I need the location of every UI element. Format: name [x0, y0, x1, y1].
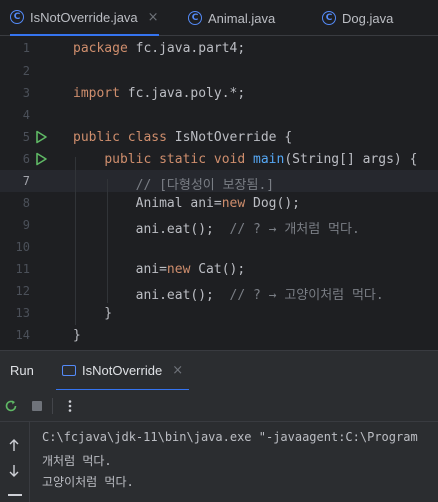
run-tab-label: IsNotOverride — [82, 362, 163, 378]
code-line-11: ani=new Cat(); — [73, 262, 246, 277]
line-number: 10 — [15, 240, 30, 254]
code-line-6: public static void main(String[] args) { — [104, 152, 418, 167]
wrap-icon[interactable] — [8, 494, 22, 496]
line-number: 1 — [22, 41, 30, 55]
line-number: 12 — [15, 284, 30, 298]
editor-tab-bar: C IsNotOverride.java × C Animal.java C D… — [0, 0, 438, 36]
run-panel-header: Run IsNotOverride × — [0, 350, 438, 391]
line-number: 3 — [22, 86, 30, 100]
class-c-icon: C — [10, 10, 24, 24]
line-number: 9 — [22, 218, 30, 232]
console-line: 개처럼 먹다. — [42, 454, 112, 468]
stop-icon[interactable] — [31, 400, 43, 412]
tab-animal[interactable]: C Animal.java — [188, 0, 275, 36]
line-number: 2 — [22, 64, 30, 78]
code-line-14: } — [73, 328, 81, 343]
code-line-5: public class IsNotOverride { — [73, 130, 293, 145]
arrow-up-icon[interactable] — [8, 438, 20, 452]
tab-isnotoverride[interactable]: C IsNotOverride.java × — [10, 0, 159, 36]
line-number: 8 — [22, 196, 30, 210]
close-icon[interactable]: × — [148, 10, 159, 25]
line-number: 13 — [15, 306, 30, 320]
code-line-13: } — [73, 306, 113, 321]
close-icon[interactable]: × — [172, 363, 183, 378]
line-number: 6 — [22, 152, 30, 166]
run-triangle-icon[interactable] — [34, 130, 48, 144]
class-c-icon: C — [188, 11, 202, 25]
more-vertical-icon[interactable] — [63, 399, 77, 413]
line-number: 11 — [15, 262, 30, 276]
code-line-1: package fc.java.part4; — [73, 41, 246, 56]
console-side-toolbar — [0, 422, 30, 502]
code-line-3: import fc.java.poly.*; — [73, 86, 246, 101]
tab-label: IsNotOverride.java — [30, 9, 138, 25]
arrow-down-icon[interactable] — [8, 464, 20, 478]
code-editor[interactable]: 1 2 3 4 5 6 7 8 9 10 11 12 13 14 package… — [0, 37, 438, 350]
code-line-8: Animal ani=new Dog(); — [73, 196, 300, 211]
console-output[interactable]: C:\fcjava\jdk-11\bin\java.exe "-javaagen… — [0, 422, 438, 502]
code-line-9: ani.eat(); // ? → 개처럼 먹다. — [73, 222, 360, 237]
toolbar-divider — [52, 398, 53, 414]
console-icon — [62, 364, 76, 376]
code-line-7: // [다형성이 보장됨.] — [135, 178, 275, 193]
line-number: 14 — [15, 328, 30, 342]
tab-dog[interactable]: C Dog.java — [322, 0, 393, 36]
run-triangle-icon[interactable] — [34, 152, 48, 166]
run-toolbar — [0, 390, 438, 422]
line-number: 4 — [22, 108, 30, 122]
class-c-icon: C — [322, 11, 336, 25]
line-number: 7 — [22, 174, 30, 188]
tab-label: Dog.java — [342, 10, 394, 26]
run-tab-isnotoverride[interactable]: IsNotOverride × — [56, 351, 190, 391]
console-line: C:\fcjava\jdk-11\bin\java.exe "-javaagen… — [42, 430, 418, 444]
console-line: 고양이처럼 먹다. — [42, 475, 134, 489]
rerun-icon[interactable] — [4, 399, 18, 413]
line-number: 5 — [22, 130, 30, 144]
tab-label: Animal.java — [208, 10, 276, 26]
code-line-12: ani.eat(); // ? → 고양이처럼 먹다. — [73, 288, 384, 303]
run-panel-title: Run — [10, 363, 34, 378]
